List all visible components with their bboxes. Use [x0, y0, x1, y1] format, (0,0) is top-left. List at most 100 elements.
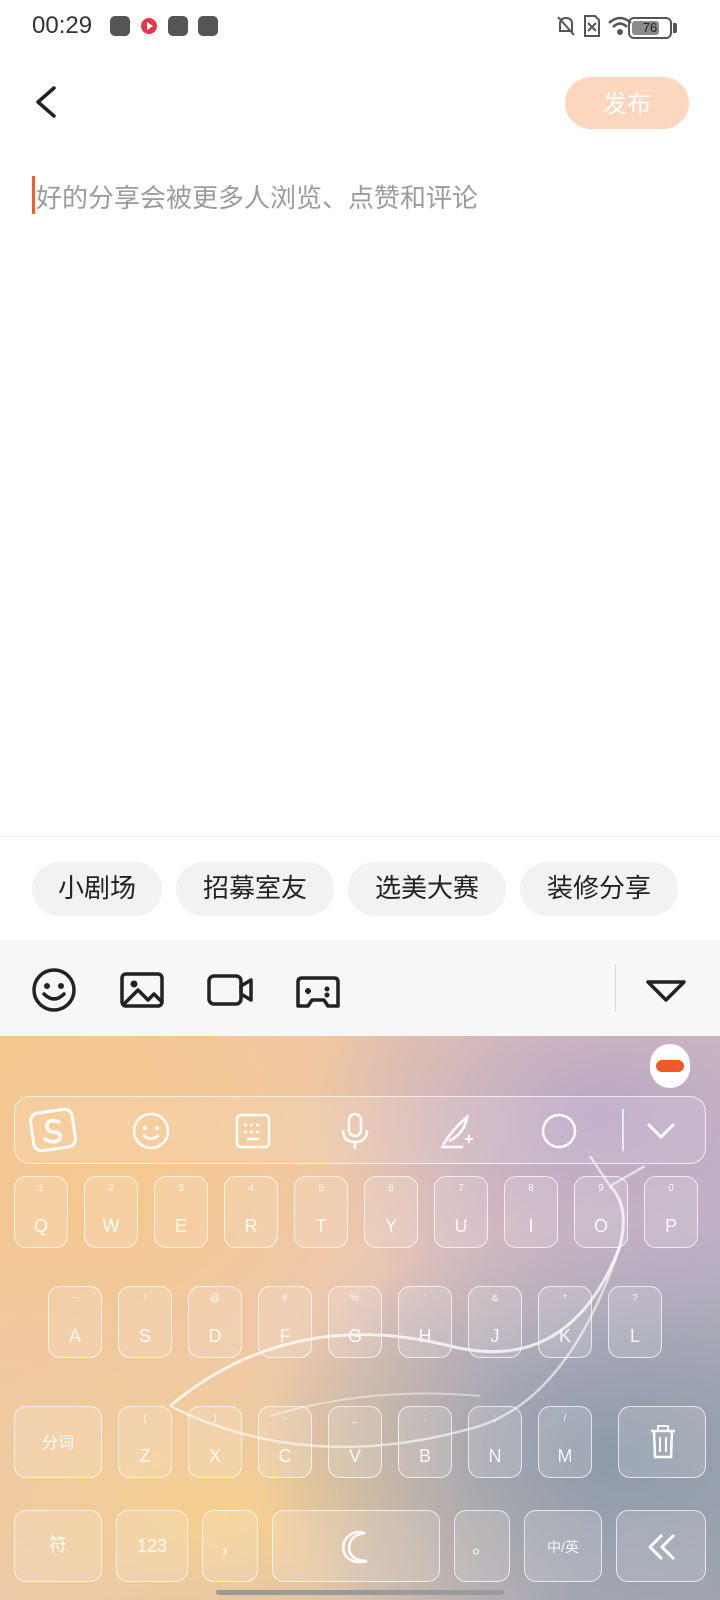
key-p[interactable]: 0P: [644, 1176, 698, 1248]
battery-percent: 76: [642, 20, 658, 35]
topic-chip[interactable]: 招募室友: [176, 862, 334, 916]
microphone-icon[interactable]: [335, 1111, 375, 1151]
key-z[interactable]: (Z: [118, 1406, 172, 1478]
language-switch-key[interactable]: 中/英: [524, 1510, 602, 1582]
key-label: V: [348, 1446, 361, 1466]
gamepad-icon[interactable]: [294, 966, 342, 1014]
search-icon[interactable]: [539, 1111, 579, 1151]
key-label: J: [490, 1326, 500, 1346]
douyin-icon: [168, 16, 188, 36]
key-f[interactable]: # F: [258, 1286, 312, 1358]
key-label: X: [208, 1446, 221, 1466]
key-secondary-label: :: [423, 1413, 427, 1424]
key-secondary-label: 6: [388, 1183, 394, 1194]
home-indicator[interactable]: [216, 1590, 504, 1595]
chevron-left-icon[interactable]: [28, 80, 68, 124]
douyin-icon: [110, 16, 130, 36]
publish-button[interactable]: 发布: [565, 77, 689, 129]
key-label: S: [138, 1326, 151, 1346]
key-secondary-label: ~: [72, 1293, 78, 1304]
key-secondary-label: ;: [493, 1413, 497, 1424]
topic-chip[interactable]: 选美大赛: [348, 862, 506, 916]
key-secondary-label: 2: [108, 1183, 114, 1194]
key-v[interactable]: _ V: [328, 1406, 382, 1478]
key-n[interactable]: ; N: [468, 1406, 522, 1478]
key-q[interactable]: 1Q: [14, 1176, 68, 1248]
key-secondary-label: _: [352, 1413, 358, 1424]
key-label: P: [664, 1216, 677, 1236]
space-key[interactable]: [272, 1510, 440, 1582]
key-l[interactable]: ? L: [608, 1286, 662, 1358]
key-secondary-label: ?: [632, 1293, 638, 1304]
delete-key[interactable]: [618, 1406, 706, 1478]
emoji-icon[interactable]: [30, 966, 78, 1014]
key-label: E: [174, 1216, 187, 1236]
key-j[interactable]: & J: [468, 1286, 522, 1358]
key-t[interactable]: 5T: [294, 1176, 348, 1248]
soft-keyboard: 1Q2W3E4R5T6Y7U8I9O0P ~ A! S @ D # F% G ' H & J * K? L …: [0, 1036, 720, 1600]
image-icon[interactable]: [118, 966, 166, 1014]
key-label: R: [244, 1216, 258, 1236]
divider: [0, 836, 720, 837]
hide-keyboard-icon[interactable]: [641, 1111, 681, 1151]
emoji-icon[interactable]: [131, 1111, 171, 1151]
collapse-icon[interactable]: [642, 966, 690, 1014]
key-b[interactable]: :B: [398, 1406, 452, 1478]
keyboard-layout-icon[interactable]: [233, 1111, 273, 1151]
key-m[interactable]: / M: [538, 1406, 592, 1478]
trash-icon: [651, 1425, 675, 1459]
key-i[interactable]: 8I: [504, 1176, 558, 1248]
key-e[interactable]: 3E: [154, 1176, 208, 1248]
key-c[interactable]: -C: [258, 1406, 312, 1478]
enter-key[interactable]: [616, 1510, 706, 1582]
symbol-key[interactable]: 符: [14, 1510, 102, 1582]
key-d[interactable]: @ D: [188, 1286, 242, 1358]
keyboard-mascot-icon[interactable]: [650, 1044, 690, 1088]
post-text-input[interactable]: 好的分享会被更多人浏览、点赞和评论: [32, 172, 692, 214]
key-secondary-label: &: [491, 1293, 499, 1304]
key-label: O: [593, 1216, 608, 1236]
compose-toolbar: [0, 940, 720, 1036]
handwriting-icon[interactable]: [437, 1111, 477, 1151]
key-w[interactable]: 2W: [84, 1176, 138, 1248]
sogou-logo-icon[interactable]: [29, 1108, 77, 1152]
key-k[interactable]: * K: [538, 1286, 592, 1358]
key-label: F: [279, 1326, 291, 1346]
key-secondary-label: #: [282, 1293, 288, 1304]
key-secondary-label: 0: [668, 1183, 674, 1194]
key-r[interactable]: 4R: [224, 1176, 278, 1248]
key-s[interactable]: ! S: [118, 1286, 172, 1358]
period-key[interactable]: 。: [454, 1510, 510, 1582]
key-label: U: [454, 1216, 468, 1236]
key-secondary-label: -: [283, 1413, 287, 1424]
comma-key[interactable]: ，: [202, 1510, 258, 1582]
mute-bell-icon: [557, 16, 575, 36]
keyboard-bar-separator: [622, 1109, 624, 1151]
key-a[interactable]: ~ A: [48, 1286, 102, 1358]
key-secondary-label: /: [563, 1413, 567, 1424]
key-label: D: [208, 1326, 222, 1346]
key-label: H: [418, 1326, 432, 1346]
keyboard-top-bar: [14, 1096, 706, 1164]
topic-chip[interactable]: 小剧场: [32, 862, 162, 916]
status-bar: 00:29 76: [0, 0, 720, 56]
status-time: 00:29: [32, 12, 93, 39]
key-secondary-label: 9: [598, 1183, 604, 1194]
key-x[interactable]: ) X: [188, 1406, 242, 1478]
key-y[interactable]: 6Y: [364, 1176, 418, 1248]
split-word-key[interactable]: 分词: [14, 1406, 102, 1478]
key-u[interactable]: 7U: [434, 1176, 488, 1248]
number-key[interactable]: 123: [116, 1510, 188, 1582]
key-label: C: [278, 1446, 292, 1466]
key-o[interactable]: 9O: [574, 1176, 628, 1248]
capcut-icon: [198, 16, 218, 36]
topic-chip[interactable]: 装修分享: [520, 862, 678, 916]
key-secondary-label: @: [209, 1293, 221, 1304]
key-secondary-label: %: [350, 1293, 360, 1304]
key-h[interactable]: ' H: [398, 1286, 452, 1358]
battery-icon: 76: [628, 17, 672, 39]
key-secondary-label: (: [143, 1413, 147, 1424]
video-icon[interactable]: [206, 966, 254, 1014]
key-secondary-label: ': [424, 1293, 426, 1304]
key-g[interactable]: % G: [328, 1286, 382, 1358]
